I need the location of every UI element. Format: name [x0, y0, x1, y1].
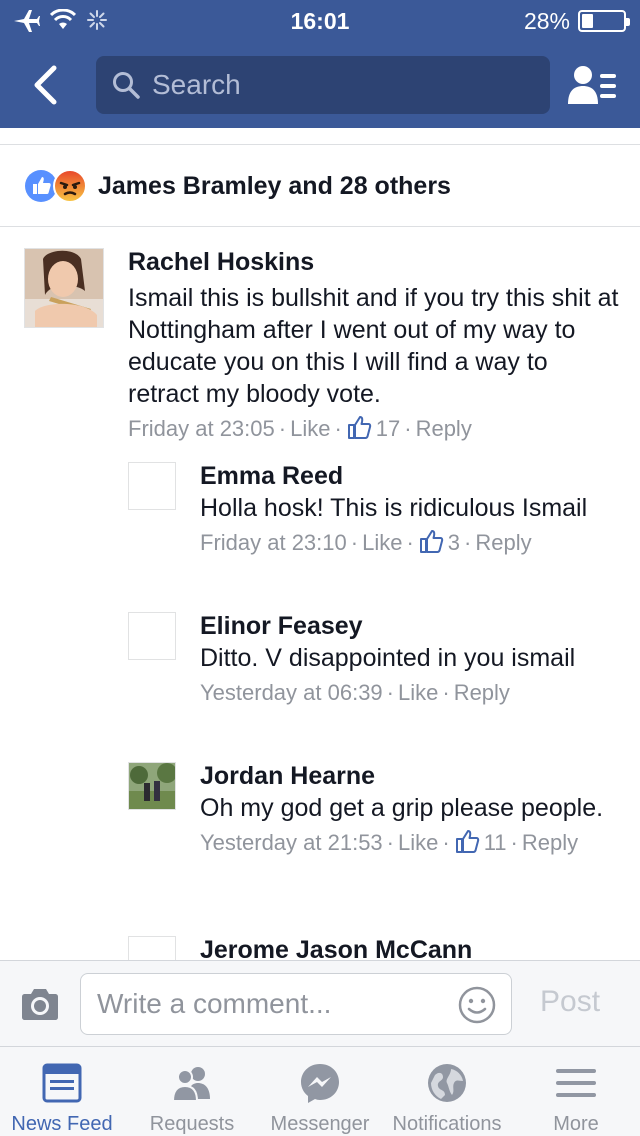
- thumbs-up-icon: [419, 530, 443, 553]
- camera-icon[interactable]: [18, 983, 62, 1027]
- tab-requests[interactable]: Requests: [128, 1047, 256, 1136]
- comment-composer: Write a comment... Post: [0, 960, 640, 1046]
- reactions-names: James Bramley and 28 others: [98, 171, 451, 200]
- friend-requests-icon: [171, 1067, 210, 1102]
- comment-input[interactable]: Write a comment...: [80, 973, 512, 1035]
- comment-time[interactable]: Yesterday at 06:39: [200, 680, 383, 705]
- hamburger-icon: [556, 1069, 596, 1097]
- reactions-summary[interactable]: James Bramley and 28 others: [24, 166, 451, 206]
- avatar[interactable]: [128, 462, 176, 510]
- friends-list-button[interactable]: [566, 60, 620, 110]
- comment-author[interactable]: Jordan Hearne: [200, 762, 624, 790]
- battery-percentage: 28%: [523, 8, 570, 34]
- tab-label: Messenger: [270, 1113, 370, 1135]
- reply-link[interactable]: Reply: [475, 530, 531, 555]
- comment-meta: Yesterday at 21:53 · Like · 11 · Reply: [200, 830, 579, 855]
- news-feed-icon: [42, 1063, 82, 1103]
- battery-icon: [578, 10, 630, 32]
- thumbs-up-icon: [455, 830, 479, 853]
- angry-reaction-icon: [53, 169, 87, 203]
- comment-time[interactable]: Friday at 23:05: [128, 416, 275, 441]
- like-count: 3: [447, 530, 461, 555]
- comment-time[interactable]: Friday at 23:10: [200, 530, 347, 555]
- post-button[interactable]: Post: [540, 985, 600, 1019]
- reply-link[interactable]: Reply: [454, 680, 510, 705]
- tab-label: Requests: [149, 1113, 235, 1135]
- avatar[interactable]: [128, 762, 176, 810]
- battery-level-fill: [582, 14, 593, 28]
- tab-bar: News Feed Requests Messenger Notificatio…: [0, 1046, 640, 1136]
- comment-author[interactable]: Rachel Hoskins: [128, 248, 624, 276]
- thumbs-up-icon: [347, 416, 371, 439]
- like-link[interactable]: Like: [290, 416, 330, 441]
- back-button[interactable]: [20, 60, 70, 110]
- reply-link[interactable]: Reply: [522, 830, 578, 855]
- comment-meta: Yesterday at 06:39 · Like · Reply: [200, 680, 510, 705]
- emoji-icon[interactable]: [457, 985, 497, 1025]
- comment-meta: Friday at 23:05 · Like · 17 · Reply: [128, 416, 472, 441]
- like-link[interactable]: Like: [398, 680, 438, 705]
- tab-label: Notifications: [392, 1113, 502, 1135]
- globe-icon: [428, 1064, 466, 1102]
- tab-label: News Feed: [11, 1113, 113, 1135]
- divider: [0, 144, 640, 145]
- comment-author[interactable]: Emma Reed: [200, 462, 624, 490]
- search-input[interactable]: Search: [96, 56, 550, 114]
- avatar[interactable]: [24, 248, 104, 328]
- tab-label: More: [553, 1113, 599, 1135]
- chevron-left-icon: [34, 65, 57, 105]
- tab-news-feed[interactable]: News Feed: [0, 1047, 124, 1136]
- comment-text: Ismail this is bullshit and if you try t…: [128, 284, 619, 408]
- like-link[interactable]: Like: [398, 830, 438, 855]
- comment-text: Ditto. V disappointed in you ismail: [200, 644, 576, 672]
- tab-messenger[interactable]: Messenger: [256, 1047, 384, 1136]
- comment-author[interactable]: Elinor Feasey: [200, 612, 624, 640]
- avatar[interactable]: [128, 612, 176, 660]
- like-count: 17: [375, 416, 401, 441]
- comment-placeholder: Write a comment...: [97, 988, 332, 1019]
- like-count: 11: [483, 830, 507, 855]
- person-list-icon: [568, 66, 616, 104]
- top-bar: 16:01 28% Search: [0, 0, 640, 128]
- tab-more[interactable]: More: [512, 1047, 640, 1136]
- like-link[interactable]: Like: [362, 530, 402, 555]
- status-bar: 16:01 28%: [0, 0, 640, 40]
- tab-notifications[interactable]: Notifications: [384, 1047, 510, 1136]
- comment-time[interactable]: Yesterday at 21:53: [200, 830, 383, 855]
- search-icon: [113, 72, 140, 99]
- comment-text: Holla hosk! This is ridiculous Ismail: [200, 494, 588, 522]
- reply-link[interactable]: Reply: [416, 416, 472, 441]
- search-placeholder: Search: [152, 69, 241, 100]
- divider: [0, 226, 640, 227]
- messenger-icon: [301, 1064, 339, 1103]
- comment-text: Oh my god get a grip please people.: [200, 794, 604, 822]
- comment-meta: Friday at 23:10 · Like · 3 · Reply: [200, 530, 532, 555]
